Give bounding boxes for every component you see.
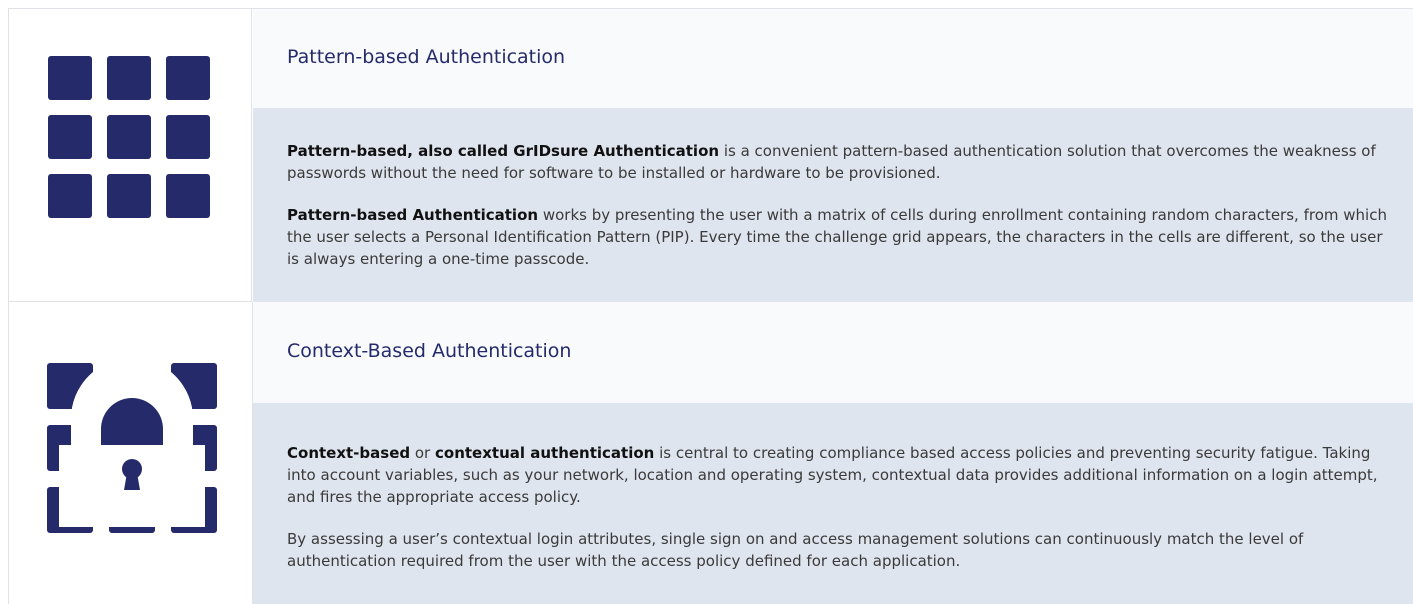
pattern-auth-content: Pattern-based Authentication Pattern-bas… [253, 9, 1413, 302]
context-auth-paragraph-1-bold-a: Context-based [287, 444, 411, 462]
pattern-auth-paragraph-1-bold: Pattern-based, also called GrIDsure Auth… [287, 142, 720, 160]
grid-icon [48, 56, 210, 218]
context-auth-icon-cell [9, 302, 253, 604]
context-auth-paragraph-2: By assessing a user’s contextual login a… [287, 530, 1304, 570]
context-auth-title: Context-Based Authentication [287, 340, 572, 362]
context-auth-description: Context-based or contextual authenticati… [253, 403, 1413, 604]
pattern-auth-paragraph-1: Pattern-based, also called GrIDsure Auth… [287, 140, 1396, 184]
authentication-methods-table: Pattern-based Authentication Pattern-bas… [8, 8, 1413, 604]
pattern-auth-description: Pattern-based, also called GrIDsure Auth… [253, 108, 1413, 302]
pattern-auth-icon-cell [9, 9, 252, 302]
padlock-grid-icon [47, 363, 217, 533]
context-auth-title-band: Context-Based Authentication [253, 302, 1413, 403]
pattern-auth-row: Pattern-based Authentication Pattern-bas… [9, 9, 1413, 302]
context-auth-content: Context-Based Authentication Context-bas… [253, 302, 1413, 604]
pattern-auth-paragraph-2-bold: Pattern-based Authentication [287, 206, 539, 224]
pattern-auth-title: Pattern-based Authentication [287, 46, 566, 68]
keyhole-icon [122, 459, 142, 490]
context-auth-paragraph-1: Context-based or contextual authenticati… [287, 442, 1396, 508]
context-auth-paragraph-1-connector: or [410, 444, 435, 462]
pattern-auth-paragraph-2: Pattern-based Authentication works by pr… [287, 204, 1396, 270]
context-auth-paragraph-1-bold-b: contextual authentication [435, 444, 655, 462]
padlock-shape [59, 363, 205, 527]
pattern-auth-title-band: Pattern-based Authentication [253, 9, 1413, 108]
context-auth-row: Context-Based Authentication Context-bas… [9, 302, 1413, 604]
